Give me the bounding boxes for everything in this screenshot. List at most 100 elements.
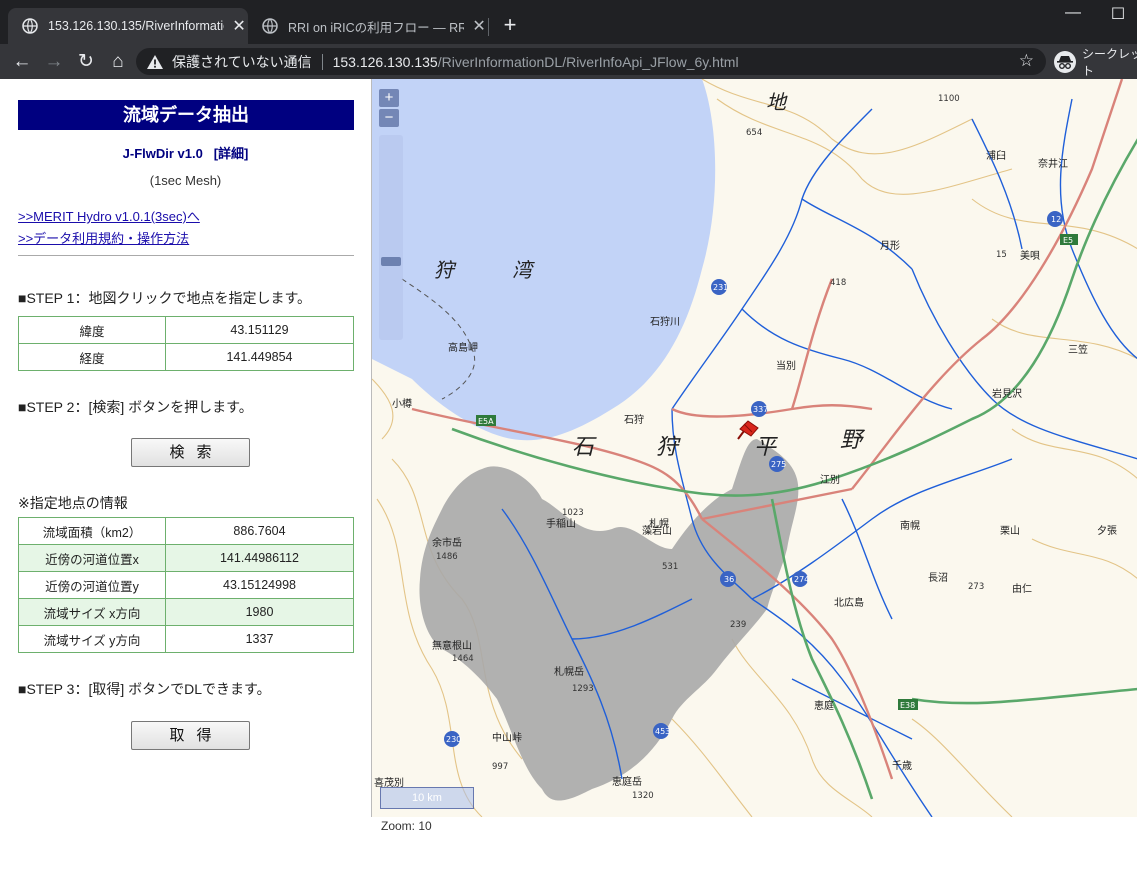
svg-text:石狩川: 石狩川: [650, 315, 680, 328]
home-button[interactable]: ⌂: [106, 50, 130, 74]
svg-text:恵庭: 恵庭: [814, 699, 834, 712]
mesh-label: (1sec Mesh): [149, 173, 222, 188]
svg-text:中山峠: 中山峠: [492, 731, 522, 744]
point-info-table: 流域面積（km2） 886.7604 近傍の河道位置x 141.44986112 近…: [18, 517, 354, 653]
svg-text:長沼: 長沼: [928, 571, 948, 584]
detail-link[interactable]: [詳細]: [214, 146, 249, 161]
svg-text:手稲山: 手稲山: [546, 517, 576, 530]
browser-toolbar: ← → ↻ ⌂ 保護されていない通信 153.126.130.135/River…: [0, 44, 1137, 79]
profile-label: シークレット: [1082, 46, 1137, 78]
maximize-button[interactable]: ☐: [1103, 4, 1133, 24]
svg-text:E5A: E5A: [478, 417, 494, 426]
svg-text:15: 15: [996, 250, 1007, 260]
svg-text:岩見沢: 岩見沢: [992, 387, 1022, 400]
warning-icon[interactable]: [146, 54, 164, 70]
table-row: 流域面積（km2） 886.7604: [18, 517, 354, 545]
svg-text:江別: 江別: [820, 474, 840, 486]
map-label-bay: 狩: [434, 258, 457, 282]
svg-text:1293: 1293: [572, 684, 594, 694]
table-row: 近傍の河道位置y 43.15124998: [18, 571, 354, 599]
svg-text:531: 531: [662, 562, 678, 572]
get-button[interactable]: 取得: [131, 721, 250, 750]
map-label-plain: 狩: [656, 435, 681, 460]
svg-text:230: 230: [446, 735, 461, 744]
incognito-icon: [1054, 50, 1076, 73]
svg-text:1320: 1320: [632, 791, 654, 801]
zoom-level-text: Zoom: 10: [381, 819, 432, 833]
info-value: 1337: [165, 625, 354, 653]
map-label-region: 地: [766, 90, 788, 114]
tab-rri-iric[interactable]: RRI on iRICの利用フロー — RRI Sol ✕: [248, 8, 488, 44]
close-tab-icon[interactable]: ✕: [230, 16, 248, 36]
svg-text:239: 239: [730, 620, 746, 630]
svg-text:余市岳: 余市岳: [432, 536, 462, 549]
svg-text:418: 418: [830, 278, 846, 288]
globe-icon: [22, 18, 38, 34]
svg-text:1023: 1023: [562, 508, 584, 518]
bookmark-star-icon[interactable]: ☆: [1019, 51, 1034, 71]
reload-button[interactable]: ↻: [74, 50, 98, 74]
new-tab-button[interactable]: +: [497, 12, 523, 38]
table-row: 経度 141.449854: [18, 343, 354, 371]
tab-title: 153.126.130.135/RiverInformatio: [48, 19, 225, 33]
svg-text:無意根山: 無意根山: [432, 639, 472, 652]
svg-text:札幌岳: 札幌岳: [554, 665, 584, 678]
url-path[interactable]: /RiverInformationDL/RiverInfoApi_JFlow_6…: [438, 54, 739, 70]
map-view[interactable]: 狩 湾 石 狩 平 野 地 石狩川 高島岬 小樽 石狩 札幌 手稲山 余市岳 無…: [371, 79, 1137, 817]
close-tab-icon[interactable]: ✕: [470, 16, 488, 36]
svg-text:E5: E5: [1063, 236, 1073, 245]
version-label: J-FlwDir v1.0: [122, 146, 203, 161]
step3-text: ■STEP 3：[取得] ボタンでDLできます。: [18, 681, 271, 697]
svg-text:北広島: 北広島: [834, 596, 864, 609]
zoom-control: + −: [379, 89, 403, 340]
svg-text:美唄: 美唄: [1020, 249, 1040, 262]
globe-icon: [262, 18, 278, 34]
latitude-value: 43.151129: [165, 316, 354, 344]
svg-text:654: 654: [746, 128, 762, 138]
svg-text:南幌: 南幌: [900, 519, 920, 532]
svg-text:奈井江: 奈井江: [1038, 157, 1068, 170]
back-button[interactable]: ←: [10, 50, 34, 74]
info-label: 流域面積（km2）: [18, 517, 166, 545]
minimize-button[interactable]: —: [1058, 4, 1088, 22]
map-label-bay: 湾: [512, 258, 535, 282]
info-value: 43.15124998: [165, 571, 354, 599]
zoom-slider[interactable]: [379, 135, 403, 340]
zoom-in-button[interactable]: +: [379, 89, 399, 107]
incognito-profile-button[interactable]: シークレット: [1054, 47, 1137, 78]
tab-title: RRI on iRICの利用フロー — RRI Sol: [288, 20, 465, 35]
svg-text:高島岬: 高島岬: [448, 341, 478, 354]
page-content: 流域データ抽出 J-FlwDir v1.0 [詳細] (1sec Mesh) >…: [0, 79, 1137, 892]
divider: [18, 255, 354, 256]
tab-divider: [488, 18, 489, 36]
svg-text:E38: E38: [900, 701, 915, 710]
terms-link[interactable]: >>データ利用規約・操作方法: [18, 228, 189, 247]
merit-hydro-link[interactable]: >>MERIT Hydro v1.0.1(3sec)へ: [18, 206, 200, 225]
svg-text:231: 231: [713, 283, 728, 292]
map-label-plain: 石: [572, 435, 597, 460]
svg-text:夕張: 夕張: [1097, 525, 1117, 537]
search-button[interactable]: 検索: [131, 438, 250, 467]
zoom-out-button[interactable]: −: [379, 109, 399, 127]
tab-bar: 153.126.130.135/RiverInformatio ✕ RRI on…: [0, 0, 1137, 44]
table-row: 近傍の河道位置x 141.44986112: [18, 544, 354, 572]
svg-text:月形: 月形: [880, 240, 900, 252]
svg-text:997: 997: [492, 762, 508, 772]
address-bar[interactable]: 保護されていない通信 153.126.130.135/RiverInformat…: [136, 48, 1046, 75]
svg-text:千歳: 千歳: [892, 760, 912, 772]
url-host[interactable]: 153.126.130.135: [333, 54, 438, 70]
svg-text:石狩: 石狩: [624, 413, 644, 426]
svg-text:337: 337: [753, 405, 768, 414]
zoom-slider-handle[interactable]: [381, 257, 401, 266]
svg-text:1464: 1464: [452, 654, 474, 664]
security-label[interactable]: 保護されていない通信: [172, 52, 312, 72]
info-label: 流域サイズ y方向: [18, 625, 166, 653]
table-row: 流域サイズ x方向 1980: [18, 598, 354, 626]
map-canvas[interactable]: 狩 湾 石 狩 平 野 地 石狩川 高島岬 小樽 石狩 札幌 手稲山 余市岳 無…: [372, 79, 1137, 817]
svg-text:12: 12: [1051, 215, 1061, 224]
svg-text:栗山: 栗山: [1000, 525, 1020, 537]
forward-button[interactable]: →: [42, 50, 66, 74]
info-label: 流域サイズ x方向: [18, 598, 166, 626]
svg-text:三笠: 三笠: [1068, 343, 1088, 356]
tab-river-information[interactable]: 153.126.130.135/RiverInformatio ✕: [8, 8, 248, 44]
